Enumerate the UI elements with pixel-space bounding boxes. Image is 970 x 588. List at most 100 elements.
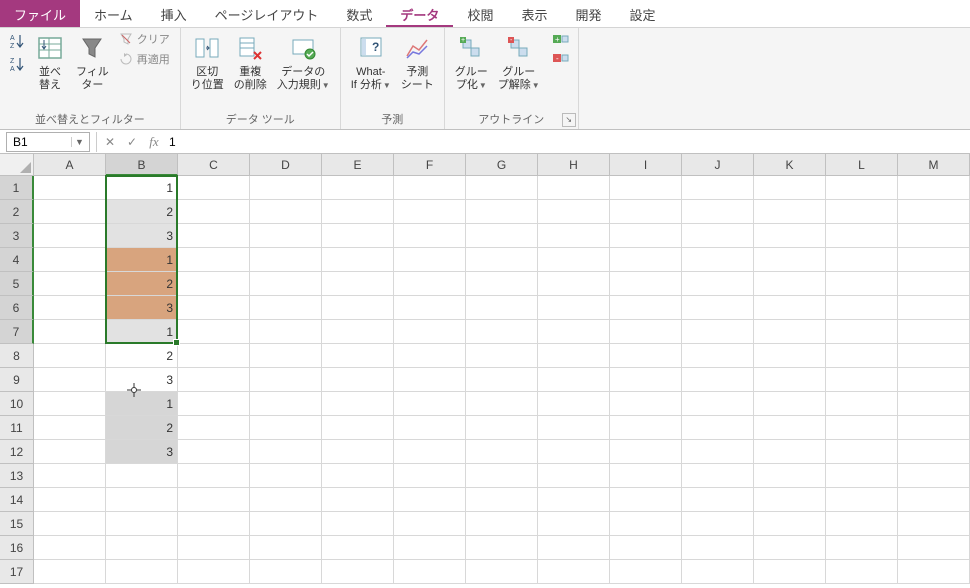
cell-L11[interactable] <box>826 416 898 440</box>
cell-K9[interactable] <box>754 368 826 392</box>
tab-page-layout[interactable]: ページレイアウト <box>201 0 333 27</box>
cell-D11[interactable] <box>250 416 322 440</box>
tab-settings[interactable]: 設定 <box>615 0 669 27</box>
cell-K10[interactable] <box>754 392 826 416</box>
cell-L15[interactable] <box>826 512 898 536</box>
cell-M3[interactable] <box>898 224 970 248</box>
cell-D3[interactable] <box>250 224 322 248</box>
column-header-G[interactable]: G <box>466 154 538 176</box>
cell-I4[interactable] <box>610 248 682 272</box>
tab-review[interactable]: 校閲 <box>453 0 507 27</box>
cell-J5[interactable] <box>682 272 754 296</box>
row-header-17[interactable]: 17 <box>0 560 34 584</box>
cell-B3[interactable]: 3 <box>106 224 178 248</box>
cell-K11[interactable] <box>754 416 826 440</box>
cells-area[interactable]: 123123123123 <box>34 176 970 584</box>
cell-L14[interactable] <box>826 488 898 512</box>
cell-D8[interactable] <box>250 344 322 368</box>
column-header-F[interactable]: F <box>394 154 466 176</box>
cell-A13[interactable] <box>34 464 106 488</box>
cell-M17[interactable] <box>898 560 970 584</box>
cell-J17[interactable] <box>682 560 754 584</box>
cell-E17[interactable] <box>322 560 394 584</box>
cell-D12[interactable] <box>250 440 322 464</box>
cell-F1[interactable] <box>394 176 466 200</box>
formula-input[interactable] <box>165 132 970 152</box>
reapply-button[interactable]: 再適用 <box>115 50 174 68</box>
cell-J7[interactable] <box>682 320 754 344</box>
cell-D13[interactable] <box>250 464 322 488</box>
group-button[interactable]: + グルー プ化▼ <box>451 30 492 94</box>
cell-D5[interactable] <box>250 272 322 296</box>
cell-H16[interactable] <box>538 536 610 560</box>
cell-H5[interactable] <box>538 272 610 296</box>
cell-M13[interactable] <box>898 464 970 488</box>
cell-C2[interactable] <box>178 200 250 224</box>
cell-L16[interactable] <box>826 536 898 560</box>
cell-F12[interactable] <box>394 440 466 464</box>
sort-descending-button[interactable]: ZA <box>6 53 28 75</box>
cell-A7[interactable] <box>34 320 106 344</box>
cell-G17[interactable] <box>466 560 538 584</box>
cell-H12[interactable] <box>538 440 610 464</box>
cell-F15[interactable] <box>394 512 466 536</box>
cell-I15[interactable] <box>610 512 682 536</box>
cell-H4[interactable] <box>538 248 610 272</box>
row-header-9[interactable]: 9 <box>0 368 34 392</box>
cell-C17[interactable] <box>178 560 250 584</box>
tab-formulas[interactable]: 数式 <box>332 0 386 27</box>
sort-ascending-button[interactable]: AZ <box>6 30 28 52</box>
cell-C15[interactable] <box>178 512 250 536</box>
cell-K17[interactable] <box>754 560 826 584</box>
cell-I10[interactable] <box>610 392 682 416</box>
cell-A12[interactable] <box>34 440 106 464</box>
cell-D15[interactable] <box>250 512 322 536</box>
cell-D1[interactable] <box>250 176 322 200</box>
row-header-15[interactable]: 15 <box>0 512 34 536</box>
cell-I6[interactable] <box>610 296 682 320</box>
cell-B2[interactable]: 2 <box>106 200 178 224</box>
cell-E9[interactable] <box>322 368 394 392</box>
name-box-input[interactable] <box>7 135 71 149</box>
name-box[interactable]: ▼ <box>6 132 90 152</box>
cell-B16[interactable] <box>106 536 178 560</box>
cell-K4[interactable] <box>754 248 826 272</box>
cell-L2[interactable] <box>826 200 898 224</box>
cell-B12[interactable]: 3 <box>106 440 178 464</box>
tab-developer[interactable]: 開発 <box>561 0 615 27</box>
cell-A17[interactable] <box>34 560 106 584</box>
row-header-8[interactable]: 8 <box>0 344 34 368</box>
row-header-6[interactable]: 6 <box>0 296 34 320</box>
tab-data[interactable]: データ <box>386 0 453 27</box>
cell-L6[interactable] <box>826 296 898 320</box>
cell-E6[interactable] <box>322 296 394 320</box>
cell-H6[interactable] <box>538 296 610 320</box>
cell-D4[interactable] <box>250 248 322 272</box>
cell-D17[interactable] <box>250 560 322 584</box>
cell-F5[interactable] <box>394 272 466 296</box>
cell-B9[interactable]: 3 <box>106 368 178 392</box>
cell-I17[interactable] <box>610 560 682 584</box>
cell-F17[interactable] <box>394 560 466 584</box>
cell-C6[interactable] <box>178 296 250 320</box>
cell-M12[interactable] <box>898 440 970 464</box>
cell-H8[interactable] <box>538 344 610 368</box>
cell-G7[interactable] <box>466 320 538 344</box>
remove-duplicates-button[interactable]: 重複 の削除 <box>230 30 271 94</box>
cell-A11[interactable] <box>34 416 106 440</box>
cell-D6[interactable] <box>250 296 322 320</box>
cell-L8[interactable] <box>826 344 898 368</box>
cell-H13[interactable] <box>538 464 610 488</box>
enter-formula-button[interactable]: ✓ <box>121 132 143 152</box>
cell-B7[interactable]: 1 <box>106 320 178 344</box>
outline-dialog-launcher[interactable]: ↘ <box>562 113 576 127</box>
cell-M1[interactable] <box>898 176 970 200</box>
cell-A3[interactable] <box>34 224 106 248</box>
cell-B13[interactable] <box>106 464 178 488</box>
cell-B8[interactable]: 2 <box>106 344 178 368</box>
row-header-16[interactable]: 16 <box>0 536 34 560</box>
column-header-K[interactable]: K <box>754 154 826 176</box>
row-header-7[interactable]: 7 <box>0 320 34 344</box>
cell-G1[interactable] <box>466 176 538 200</box>
cell-J8[interactable] <box>682 344 754 368</box>
